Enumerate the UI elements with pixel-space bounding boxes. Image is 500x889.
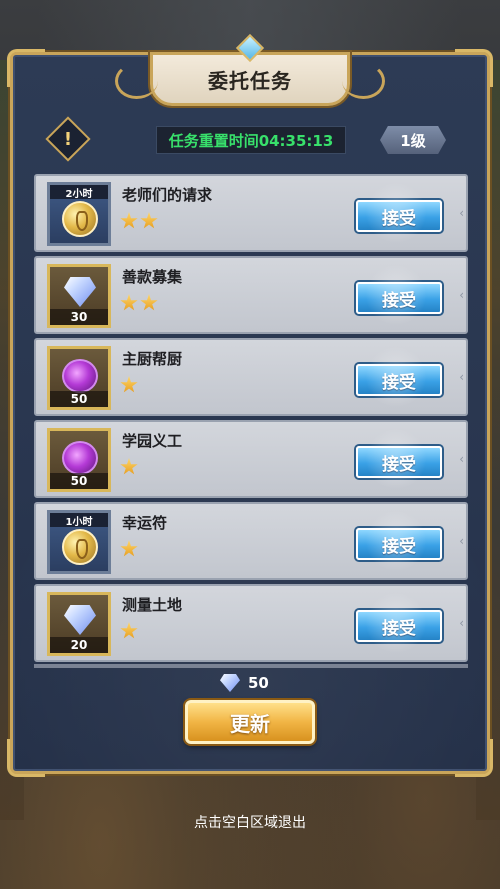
chevron-left-icon: ‹ [459,616,464,630]
gem-icon: 50 [47,428,111,492]
chevron-left-icon: ‹ [459,206,464,220]
star-icon [120,376,138,393]
panel-corner-ornament [7,739,45,777]
star-icon [120,294,138,311]
coin-glyph [62,529,98,565]
diamond-icon [220,674,240,692]
quest-stars [120,540,138,558]
quest-name: 善款募集 [122,268,183,286]
star-icon [120,540,138,557]
star-icon [120,622,138,639]
refresh-cost-value: 50 [248,674,269,692]
quest-row[interactable]: 50 主厨帮厨 接受 ‹ [34,338,468,416]
panel-corner-ornament [455,739,493,777]
quest-name: 老师们的请求 [122,186,213,204]
gem-icon: 50 [47,346,111,410]
refresh-cost: 50 [220,674,269,692]
list-divider [34,664,468,668]
quest-stars [120,294,158,312]
level-badge[interactable]: 1级 [380,126,446,154]
panel-corner-ornament [7,49,45,87]
reward-quantity: 50 [50,391,108,407]
coin-icon: 1小时 [47,510,111,574]
diamond-icon: 30 [47,264,111,328]
quest-stars [120,622,138,640]
accept-button[interactable]: 接受 [356,282,442,314]
time-tag: 2小时 [50,185,108,200]
quest-row[interactable]: 20 测量土地 接受 ‹ [34,584,468,662]
panel-title: 委托任务 [208,68,292,93]
exclamation-icon: ! [63,128,73,150]
accept-button[interactable]: 接受 [356,364,442,396]
reward-quantity: 30 [50,309,108,325]
reward-quantity: 20 [50,637,108,653]
accept-button[interactable]: 接受 [356,446,442,478]
quest-stars [120,376,138,394]
star-icon [120,212,138,229]
diamond-glyph [64,605,96,635]
accept-button[interactable]: 接受 [356,610,442,642]
diamond-icon: 20 [47,592,111,656]
refresh-button[interactable]: 更新 [185,700,315,744]
coin-icon: 2小时 [47,182,111,246]
quest-name: 主厨帮厨 [122,350,183,368]
quest-row[interactable]: 1小时 幸运符 接受 ‹ [34,502,468,580]
quest-stars [120,458,138,476]
gem-glyph [62,359,98,393]
quest-list[interactable]: 2小时 老师们的请求 接受 ‹ 30 善款募集 接受 ‹ 50 主厨帮厨 接受 … [34,174,468,666]
star-icon [120,458,138,475]
quest-stars [120,212,158,230]
star-icon [140,294,158,311]
accept-button[interactable]: 接受 [356,200,442,232]
chevron-left-icon: ‹ [459,288,464,302]
accept-button[interactable]: 接受 [356,528,442,560]
reset-timer: 任务重置时间04:35:13 [156,126,346,154]
star-icon [140,212,158,229]
chevron-left-icon: ‹ [459,370,464,384]
quest-name: 学园义工 [122,432,183,450]
chevron-left-icon: ‹ [459,534,464,548]
diamond-glyph [64,277,96,307]
quest-name: 幸运符 [122,514,168,532]
quest-row[interactable]: 50 学园义工 接受 ‹ [34,420,468,498]
quest-row[interactable]: 2小时 老师们的请求 接受 ‹ [34,174,468,252]
quest-name: 测量土地 [122,596,183,614]
panel-corner-ornament [455,49,493,87]
coin-glyph [62,201,98,237]
reward-quantity: 50 [50,473,108,489]
time-tag: 1小时 [50,513,108,528]
gem-glyph [62,441,98,475]
quest-row[interactable]: 30 善款募集 接受 ‹ [34,256,468,334]
exit-hint: 点击空白区域退出 [194,815,306,831]
chevron-left-icon: ‹ [459,452,464,466]
